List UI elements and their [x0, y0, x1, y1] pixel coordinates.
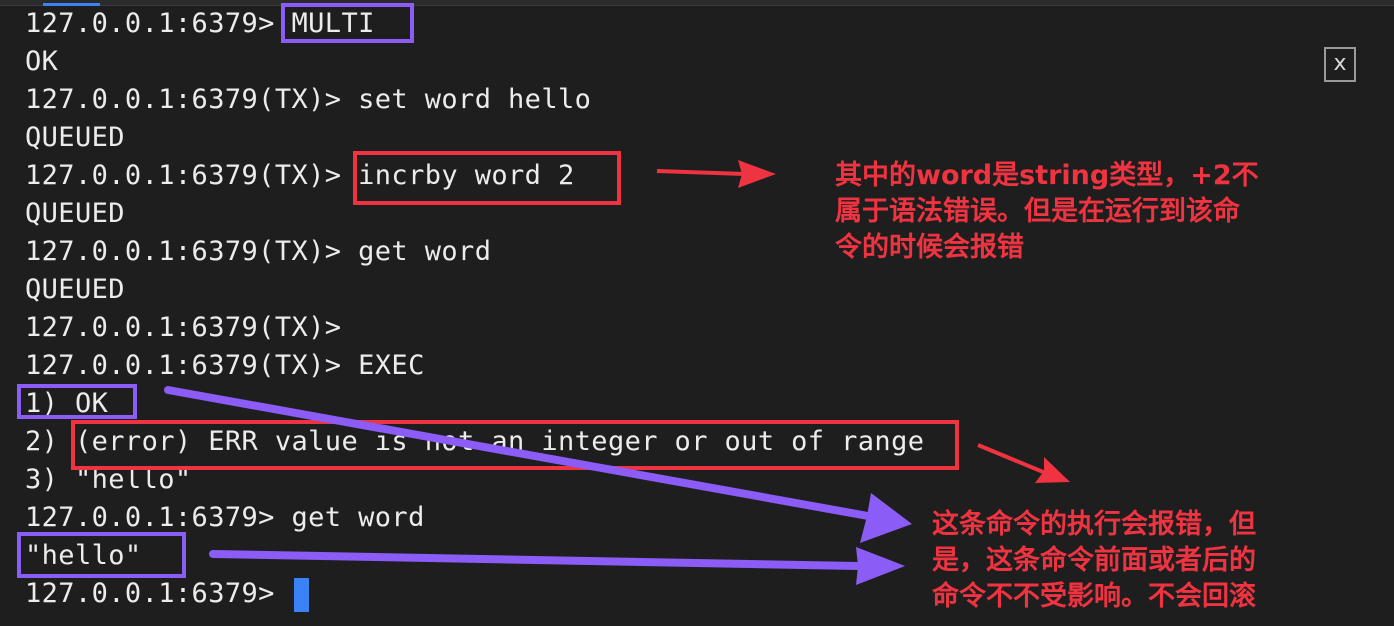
terminal-window: 127.0.0.1:6379> MULTI OK 127.0.0.1:6379(…	[0, 0, 1394, 626]
red-arrow-error	[977, 443, 1070, 483]
purple-arrow-ok	[164, 386, 912, 543]
purple-arrow-hello	[209, 547, 905, 585]
annotation-syntax-note: 其中的word是string类型，+2不 属于语法错误。但是在运行到该命 令的时…	[835, 160, 1259, 263]
annotation-no-rollback-note: 这条命令的执行会报错，但 是，这条命令前面或者后的 命令不不受影响。不会回滚	[932, 509, 1256, 612]
red-arrow-incrby	[656, 160, 776, 188]
